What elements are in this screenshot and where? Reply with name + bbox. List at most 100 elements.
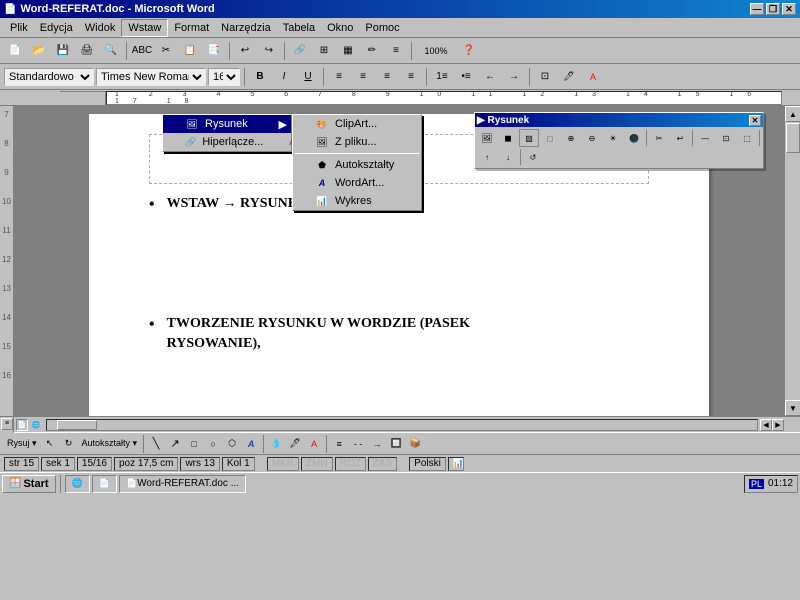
scroll-up-button[interactable]: ▲	[785, 106, 800, 122]
ry-text-wrap-tight[interactable]: ⬚	[737, 129, 757, 147]
save-button[interactable]: 💾	[52, 41, 74, 61]
draw-autoshapes[interactable]: Autokształty ▾	[79, 435, 141, 453]
underline-button[interactable]: U	[297, 67, 319, 87]
taskbar-ie[interactable]: 🌐	[65, 475, 90, 493]
menu-edycja[interactable]: Edycja	[34, 20, 79, 36]
paste-button[interactable]: 📑	[203, 41, 225, 61]
taskbar-word-doc[interactable]: 📄 Word-REFERAT.doc ...	[119, 475, 246, 493]
scroll-thumb[interactable]	[786, 123, 800, 153]
h-scroll-thumb[interactable]	[57, 420, 97, 430]
justify-button[interactable]: ≡	[400, 67, 422, 87]
ry-line-style[interactable]: —	[695, 129, 715, 147]
ry-crop[interactable]: ✂	[649, 129, 669, 147]
docmap-button[interactable]: ≡	[385, 41, 407, 61]
spell-button[interactable]: ABC	[131, 41, 153, 61]
draw-fontcolor[interactable]: A	[305, 435, 323, 453]
maximize-button[interactable]: ❐	[766, 3, 780, 15]
submenu-wykres[interactable]: 📊 Wykres	[293, 192, 421, 210]
hyperlink-button[interactable]: 🔗	[289, 41, 311, 61]
draw-shadow[interactable]: 🔲	[387, 435, 405, 453]
ry-rotate-left[interactable]: ↩	[670, 129, 690, 147]
doc-area[interactable]: • WSTAW → RYSUNEK → Z PLIKU, • TWORZENIE…	[14, 106, 784, 416]
normal-view-btn[interactable]: ≡	[1, 418, 13, 430]
web-view-btn[interactable]: 🌐	[30, 419, 42, 431]
increase-indent-button[interactable]: →	[503, 67, 525, 87]
draw-cursor[interactable]: ↖	[41, 435, 59, 453]
close-button[interactable]: ✕	[782, 3, 796, 15]
style-select[interactable]: Standardowo	[4, 68, 94, 86]
fontcolor-button[interactable]: A	[582, 67, 604, 87]
draw-fillcolor[interactable]: 💧	[267, 435, 285, 453]
draw-ellipse[interactable]: ○	[204, 435, 222, 453]
menu-wstaw[interactable]: Wstaw	[121, 19, 168, 37]
scroll-track[interactable]	[785, 122, 800, 400]
font-select[interactable]: Times New Roman	[96, 68, 206, 86]
h-scroll-left[interactable]: ◀	[760, 419, 772, 431]
border-button[interactable]: ⊡	[534, 67, 556, 87]
submenu-zpliku[interactable]: 🖼 Z pliku...	[293, 133, 421, 151]
ry-bright-less[interactable]: 🌑	[624, 129, 644, 147]
italic-button[interactable]: I	[273, 67, 295, 87]
menu-item-rysunek[interactable]: 🖼 Rysunek ▶	[163, 115, 291, 133]
draw-arrowstyle[interactable]: →	[368, 435, 386, 453]
menu-narzedzia[interactable]: Narzędzia	[215, 20, 277, 36]
zoom-button[interactable]: 100%	[416, 41, 456, 61]
start-button[interactable]: 🪟 Start	[2, 475, 56, 493]
ry-bright-more[interactable]: ☀	[603, 129, 623, 147]
table-button[interactable]: ⊞	[313, 41, 335, 61]
ry-text-wrap-square[interactable]: ⊡	[716, 129, 736, 147]
preview-button[interactable]: 🔍	[100, 41, 122, 61]
ry-insert-image[interactable]: 🖼	[477, 129, 497, 147]
bullets-button[interactable]: •≡	[455, 67, 477, 87]
size-select[interactable]: 16	[208, 68, 240, 86]
rysunek-close-button[interactable]: ✕	[749, 115, 761, 126]
numbering-button[interactable]: 1≡	[431, 67, 453, 87]
draw-rectangle[interactable]: □	[185, 435, 203, 453]
bold-button[interactable]: B	[249, 67, 271, 87]
draw-arrow[interactable]: ↗	[166, 435, 184, 453]
draw-3d[interactable]: 📦	[406, 435, 424, 453]
redo-button[interactable]: ↪	[258, 41, 280, 61]
copy-button[interactable]: 📋	[179, 41, 201, 61]
draw-wordart[interactable]: A	[242, 435, 260, 453]
new-button[interactable]: 📄	[4, 41, 26, 61]
ry-contrast-more[interactable]: ⊕	[561, 129, 581, 147]
page-view-btn[interactable]: 📄	[16, 419, 28, 431]
draw-line[interactable]: ╲	[147, 435, 165, 453]
align-right-button[interactable]: ≡	[376, 67, 398, 87]
align-center-button[interactable]: ≡	[352, 67, 374, 87]
help-button[interactable]: ❓	[458, 41, 480, 61]
drawing-toggle[interactable]: ✏	[361, 41, 383, 61]
draw-rotate[interactable]: ↻	[60, 435, 78, 453]
scroll-down-button[interactable]: ▼	[785, 400, 800, 416]
submenu-clipart[interactable]: 🎨 ClipArt...	[293, 115, 421, 133]
ry-reset[interactable]: ↺	[523, 148, 543, 166]
menu-widok[interactable]: Widok	[79, 20, 122, 36]
draw-linecolor[interactable]: 🖊	[286, 435, 304, 453]
ry-forward[interactable]: ↑	[477, 148, 497, 166]
menu-plik[interactable]: Plik	[4, 20, 34, 36]
columns-button[interactable]: ▦	[337, 41, 359, 61]
undo-button[interactable]: ↩	[234, 41, 256, 61]
menu-okno[interactable]: Okno	[321, 20, 359, 36]
draw-rysuj[interactable]: Rysuj ▾	[4, 435, 40, 453]
menu-pomoc[interactable]: Pomoc	[359, 20, 405, 36]
print-button[interactable]: 🖨	[76, 41, 98, 61]
draw-dashstyle[interactable]: - -	[349, 435, 367, 453]
open-button[interactable]: 📂	[28, 41, 50, 61]
ry-backward[interactable]: ↓	[498, 148, 518, 166]
ry-grayscale[interactable]: ▨	[519, 129, 539, 147]
h-scroll-track[interactable]	[46, 419, 758, 431]
right-scrollbar[interactable]: ▲ ▼	[784, 106, 800, 416]
minimize-button[interactable]: —	[750, 3, 764, 15]
h-scroll-right[interactable]: ▶	[772, 419, 784, 431]
ry-watermark[interactable]: ◻	[540, 129, 560, 147]
cut-button[interactable]: ✂	[155, 41, 177, 61]
decrease-indent-button[interactable]: ←	[479, 67, 501, 87]
menu-format[interactable]: Format	[168, 20, 215, 36]
draw-linestyle[interactable]: ≡	[330, 435, 348, 453]
ry-color-mode[interactable]: ◼	[498, 129, 518, 147]
submenu-autoksztalty[interactable]: ⬟ Autokształty	[293, 156, 421, 174]
rysunek-toolbar-title[interactable]: ▶ Rysunek ✕	[475, 113, 763, 127]
menu-tabela[interactable]: Tabela	[277, 20, 321, 36]
